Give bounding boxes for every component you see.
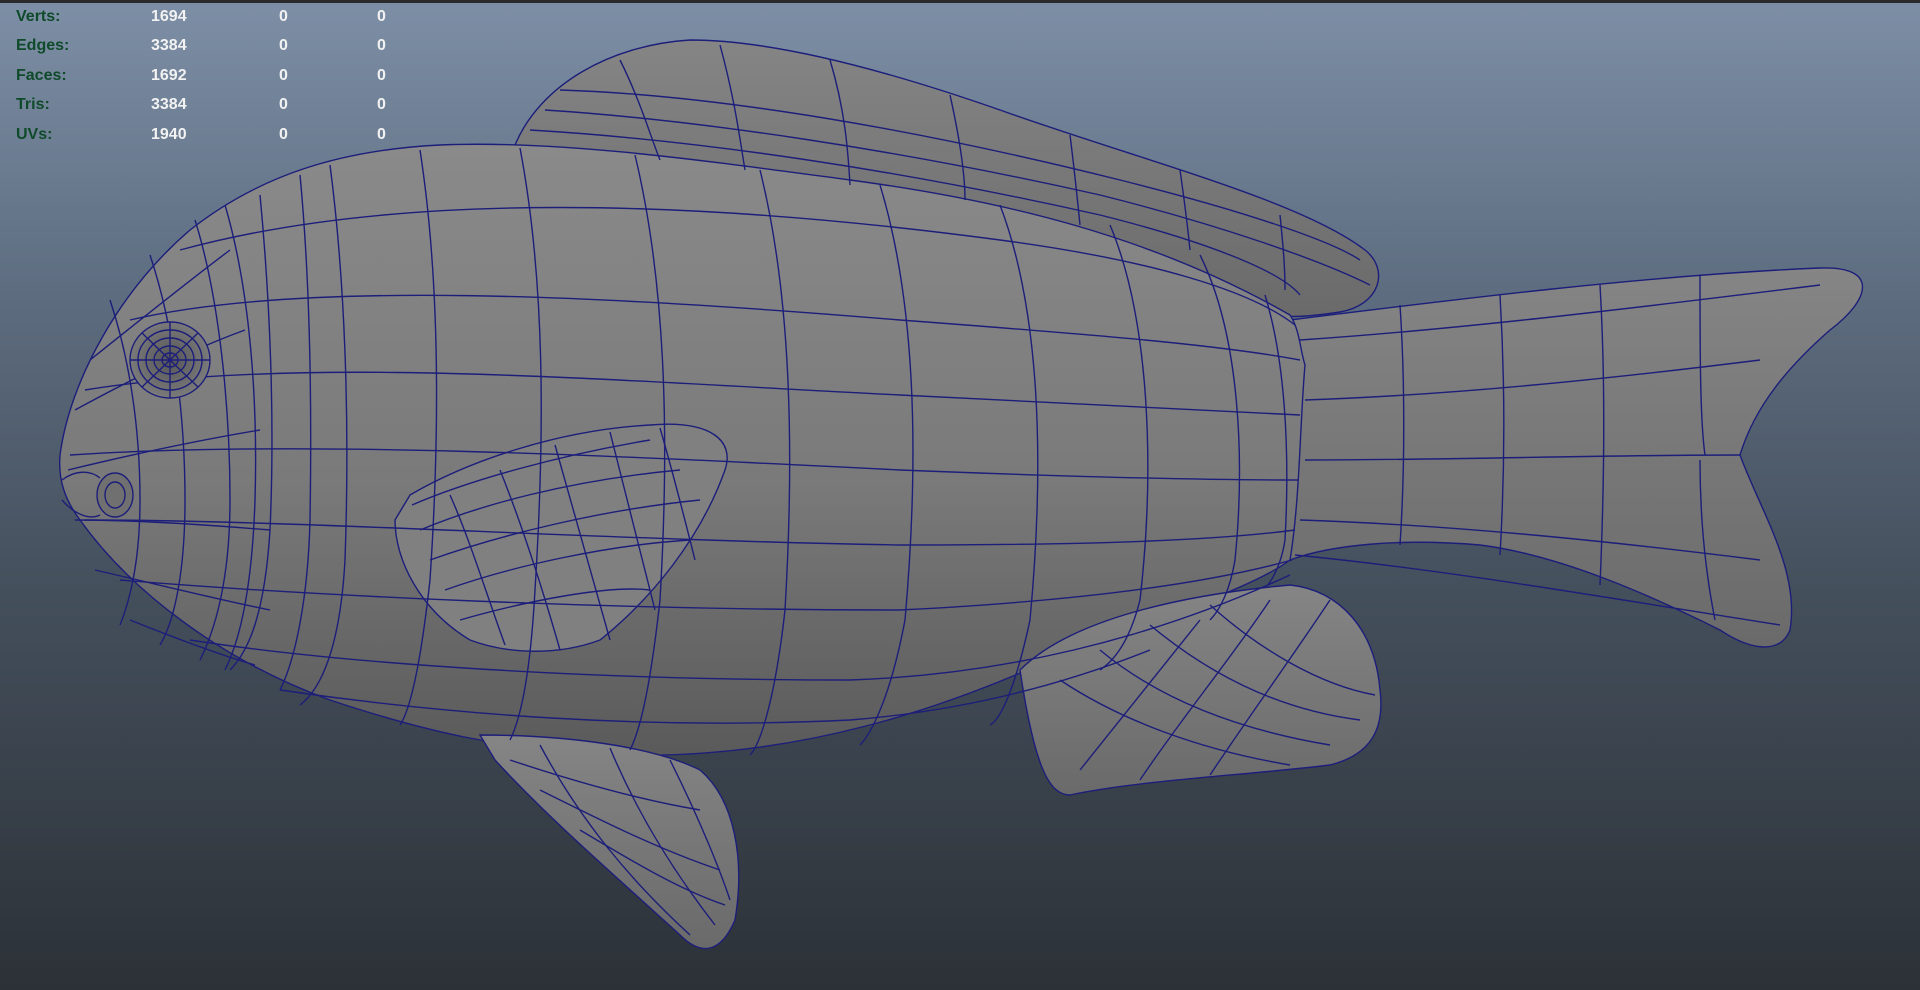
hud-value: 1692 (151, 66, 187, 84)
hud-component: 0 (377, 96, 386, 114)
hud-selected: 0 (279, 125, 288, 143)
hud-label: Faces: (16, 66, 67, 84)
hud-component: 0 (377, 37, 386, 55)
hud-value: 1940 (151, 125, 187, 143)
hud-selected: 0 (279, 37, 288, 55)
fish-mesh[interactable] (58, 39, 1863, 950)
hud-value: 3384 (151, 37, 187, 55)
hud-value: 3384 (151, 96, 187, 114)
hud-row-uvs: UVs: 1940 0 0 (16, 120, 396, 150)
poly-count-hud: Verts: 1694 0 0 Edges: 3384 0 0 Faces: 1… (16, 2, 396, 150)
hud-selected: 0 (279, 96, 288, 114)
hud-row-tris: Tris: 3384 0 0 (16, 91, 396, 121)
hud-label: Edges: (16, 37, 70, 55)
hud-row-edges: Edges: 3384 0 0 (16, 32, 396, 62)
hud-component: 0 (377, 7, 386, 25)
hud-label: UVs: (16, 125, 53, 143)
hud-label: Verts: (16, 7, 61, 25)
tail-fin[interactable] (1289, 267, 1863, 648)
hud-row-verts: Verts: 1694 0 0 (16, 2, 396, 32)
pelvic-fin[interactable] (478, 734, 740, 950)
hud-component: 0 (377, 66, 386, 84)
hud-selected: 0 (279, 7, 288, 25)
hud-label: Tris: (16, 96, 50, 114)
hud-selected: 0 (279, 66, 288, 84)
hud-component: 0 (377, 125, 386, 143)
hud-value: 1694 (151, 7, 187, 25)
hud-row-faces: Faces: 1692 0 0 (16, 61, 396, 91)
eye[interactable] (129, 321, 211, 399)
